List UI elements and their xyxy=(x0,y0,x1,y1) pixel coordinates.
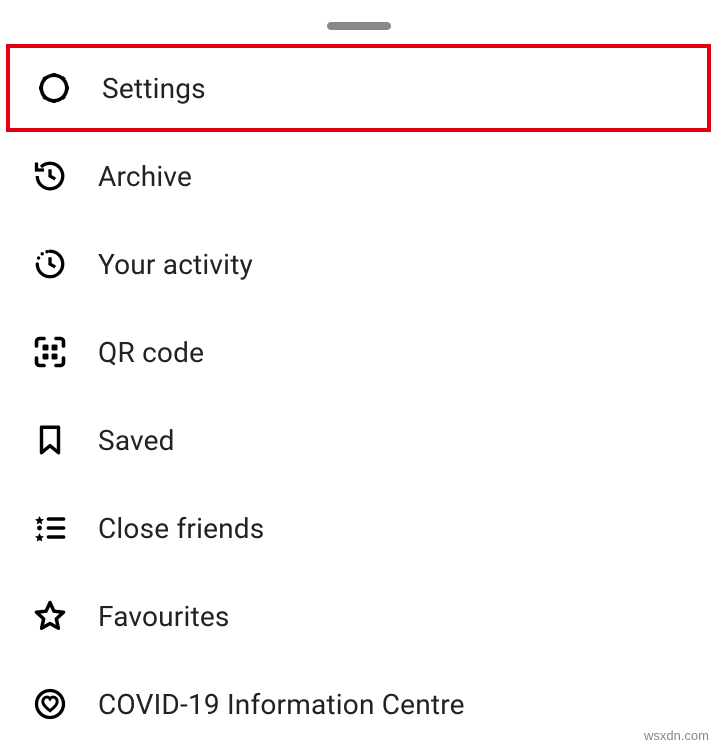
archive-icon xyxy=(30,156,70,196)
close-friends-icon xyxy=(30,508,70,548)
activity-icon xyxy=(30,244,70,284)
menu-list: Settings Archive xyxy=(0,44,717,748)
star-icon xyxy=(30,596,70,636)
menu-item-your-activity[interactable]: Your activity xyxy=(0,220,717,308)
menu-item-label: Saved xyxy=(98,424,175,457)
menu-item-close-friends[interactable]: Close friends xyxy=(0,484,717,572)
menu-item-label: QR code xyxy=(98,336,204,369)
menu-item-archive[interactable]: Archive xyxy=(0,132,717,220)
menu-item-covid-info[interactable]: COVID-19 Information Centre xyxy=(0,660,717,748)
bookmark-icon xyxy=(30,420,70,460)
menu-item-favourites[interactable]: Favourites xyxy=(0,572,717,660)
drag-handle[interactable] xyxy=(327,22,391,30)
menu-item-label: COVID-19 Information Centre xyxy=(98,688,465,721)
heart-circle-icon xyxy=(30,684,70,724)
menu-item-settings[interactable]: Settings xyxy=(6,44,711,132)
menu-item-saved[interactable]: Saved xyxy=(0,396,717,484)
menu-item-label: Archive xyxy=(98,160,192,193)
bottom-sheet: Settings Archive xyxy=(0,0,717,749)
menu-item-label: Your activity xyxy=(98,248,253,281)
qr-code-icon xyxy=(30,332,70,372)
settings-icon xyxy=(34,68,74,108)
watermark: wsxdn.com xyxy=(644,728,709,743)
menu-item-label: Close friends xyxy=(98,512,264,545)
menu-item-label: Favourites xyxy=(98,600,230,633)
menu-item-qr-code[interactable]: QR code xyxy=(0,308,717,396)
menu-item-label: Settings xyxy=(102,72,206,105)
